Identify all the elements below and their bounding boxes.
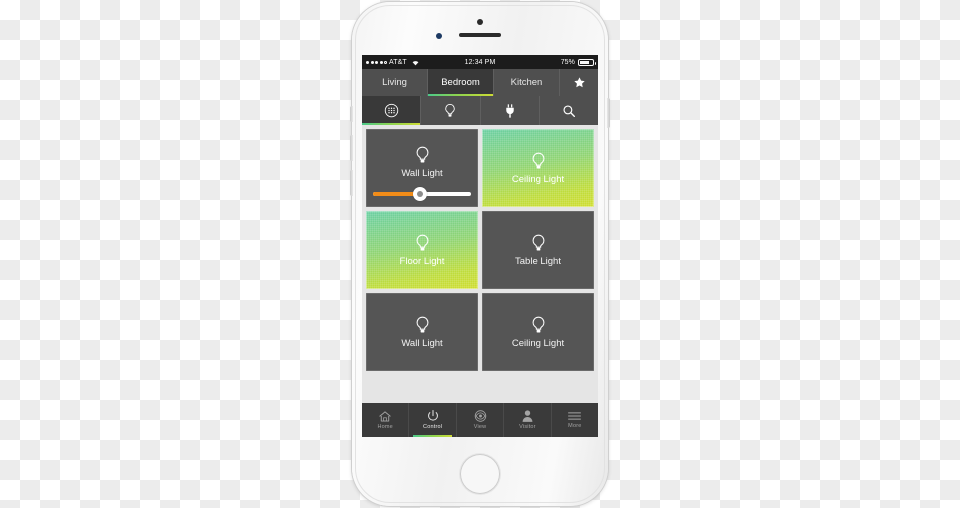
bottom-tab-label: Visitor — [519, 424, 536, 431]
device-tile-label: Ceiling Light — [511, 338, 565, 350]
lightbulb-icon — [414, 315, 431, 336]
carrier-label: AT&T — [389, 58, 407, 66]
room-tab-bar: Living Bedroom Kitchen — [362, 69, 598, 96]
bottom-tab-bar: Home Control View Visitor More — [362, 403, 598, 437]
person-icon — [521, 409, 534, 423]
home-button[interactable] — [460, 454, 500, 494]
room-tab-favorites[interactable] — [560, 69, 598, 96]
device-tile-wall-light-2[interactable]: Wall Light — [366, 293, 478, 371]
device-tile-label: Wall Light — [401, 168, 443, 179]
power-icon — [426, 409, 440, 423]
bottom-tab-label: Control — [423, 424, 443, 431]
silent-switch[interactable] — [350, 106, 353, 122]
room-tab-label: Bedroom — [441, 77, 480, 88]
room-tab-label: Kitchen — [510, 77, 543, 88]
lightbulb-icon — [530, 151, 547, 172]
category-tab-bar — [362, 96, 598, 125]
device-tile-wall-light-1[interactable]: Wall Light — [366, 129, 478, 207]
lightbulb-icon — [443, 103, 457, 119]
volume-down-button[interactable] — [350, 170, 353, 196]
category-tab-lights[interactable] — [421, 96, 481, 125]
device-tile-label: Table Light — [515, 256, 561, 268]
phone-device: AT&T 12:34 PM 75% Living Bedroom Kitchen… — [350, 2, 610, 506]
lightbulb-icon — [530, 233, 547, 254]
device-tile-floor-light[interactable]: Floor Light — [366, 211, 478, 289]
room-tab-bedroom[interactable]: Bedroom — [428, 69, 494, 96]
room-tab-kitchen[interactable]: Kitchen — [494, 69, 560, 96]
volume-up-button[interactable] — [350, 135, 353, 161]
front-camera — [477, 19, 483, 25]
search-icon — [562, 104, 576, 118]
device-tile-grid: Wall Light Ceiling Light Floor Light Tab… — [362, 125, 598, 375]
lightbulb-icon — [414, 145, 431, 166]
bottom-tab-control[interactable]: Control — [409, 403, 457, 437]
device-tile-label: Ceiling Light — [511, 174, 565, 186]
star-icon — [573, 76, 586, 89]
signal-strength-icon — [366, 60, 387, 64]
bottom-tab-label: View — [473, 424, 487, 431]
category-tab-search[interactable] — [540, 96, 598, 125]
status-bar: AT&T 12:34 PM 75% — [362, 55, 598, 69]
phone-screen: AT&T 12:34 PM 75% Living Bedroom Kitchen… — [362, 55, 598, 437]
grid-circle-icon — [384, 103, 399, 118]
status-bar-left: AT&T — [366, 59, 420, 66]
bottom-tab-home[interactable]: Home — [362, 403, 410, 437]
brightness-slider[interactable] — [373, 187, 471, 201]
device-tile-label: Wall Light — [401, 338, 443, 350]
battery-percent-label: 75% — [560, 58, 575, 66]
status-bar-right: 75% — [560, 58, 596, 66]
proximity-sensor — [436, 33, 442, 39]
device-tile-ceiling-light-1[interactable]: Ceiling Light — [482, 129, 594, 207]
bottom-tab-visitor[interactable]: Visitor — [504, 403, 552, 437]
category-tab-all[interactable] — [362, 96, 422, 125]
power-plug-icon — [503, 103, 517, 119]
wifi-icon — [411, 59, 420, 66]
device-tile-table-light[interactable]: Table Light — [482, 211, 594, 289]
home-icon — [378, 410, 392, 423]
bottom-tab-label: More — [568, 423, 582, 430]
battery-icon — [578, 58, 596, 66]
eye-icon — [473, 409, 488, 423]
bottom-tab-more[interactable]: More — [552, 403, 598, 437]
lightbulb-icon — [530, 315, 547, 336]
room-tab-living[interactable]: Living — [362, 69, 428, 96]
menu-icon — [567, 410, 582, 422]
power-button[interactable] — [607, 98, 610, 128]
bottom-tab-label: Home — [377, 423, 393, 430]
device-tile-label: Floor Light — [399, 256, 445, 268]
bottom-tab-view[interactable]: View — [457, 403, 505, 437]
slider-knob[interactable] — [413, 187, 428, 201]
earpiece-speaker — [459, 33, 501, 37]
lightbulb-icon — [414, 233, 431, 254]
room-tab-label: Living — [382, 77, 407, 88]
device-tile-ceiling-light-2[interactable]: Ceiling Light — [482, 293, 594, 371]
category-tab-outlets[interactable] — [481, 96, 540, 125]
